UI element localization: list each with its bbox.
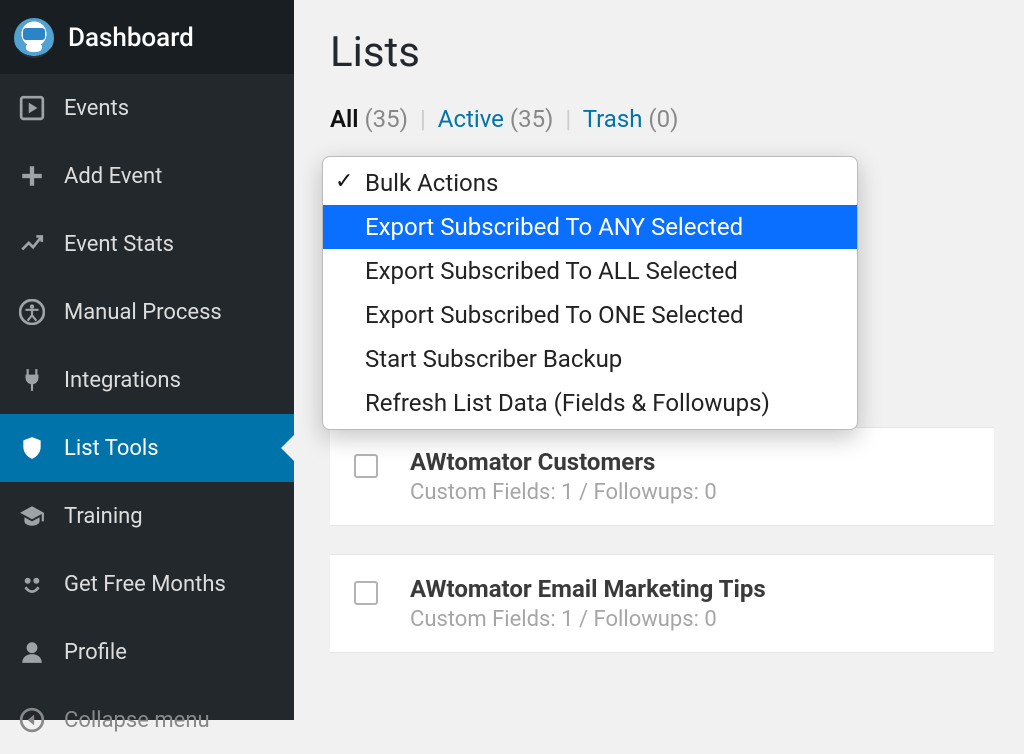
sidebar-item-dashboard[interactable]: Dashboard <box>0 0 294 74</box>
sidebar-item-label: Event Stats <box>64 232 174 257</box>
plus-icon <box>14 158 50 194</box>
row-checkbox[interactable] <box>354 581 378 605</box>
sidebar-item-label: Add Event <box>64 164 162 189</box>
dropdown-option-export-any[interactable]: Export Subscribed To ANY Selected <box>323 205 857 249</box>
plug-icon <box>14 362 50 398</box>
sidebar-item-label: Collapse menu <box>64 708 210 733</box>
sidebar-item-label: Dashboard <box>68 23 194 53</box>
list-row[interactable]: AWtomator Email Marketing Tips Custom Fi… <box>330 554 994 653</box>
sidebar-item-event-stats[interactable]: Event Stats <box>0 210 294 278</box>
dropdown-option-export-one[interactable]: Export Subscribed To ONE Selected <box>323 293 857 337</box>
bulk-actions-dropdown[interactable]: Bulk Actions Export Subscribed To ANY Se… <box>322 156 858 430</box>
dropdown-option-refresh-data[interactable]: Refresh List Data (Fields & Followups) <box>323 381 857 425</box>
list-title[interactable]: AWtomator Email Marketing Tips <box>410 575 970 603</box>
row-checkbox[interactable] <box>354 454 378 478</box>
filter-separator: | <box>414 105 432 133</box>
filter-count: (0) <box>648 105 678 133</box>
list-title[interactable]: AWtomator Customers <box>410 448 970 476</box>
list-meta: Custom Fields: 1 / Followups: 0 <box>410 607 970 632</box>
filter-all[interactable]: All (35) <box>330 105 414 133</box>
sidebar-item-get-free-months[interactable]: Get Free Months <box>0 550 294 618</box>
filter-label: Trash <box>583 105 643 133</box>
stats-icon <box>14 226 50 262</box>
shield-icon <box>14 430 50 466</box>
accessibility-icon <box>14 294 50 330</box>
sidebar-item-events[interactable]: Events <box>0 74 294 142</box>
sidebar-item-profile[interactable]: Profile <box>0 618 294 686</box>
list-row[interactable]: AWtomator Customers Custom Fields: 1 / F… <box>330 427 994 526</box>
dropdown-option-export-all[interactable]: Export Subscribed To ALL Selected <box>323 249 857 293</box>
page-title: Lists <box>330 28 994 77</box>
sidebar-item-label: Training <box>64 504 143 529</box>
list-filters: All (35) | Active (35) | Trash (0) <box>330 105 994 133</box>
sidebar-item-training[interactable]: Training <box>0 482 294 550</box>
filter-count: (35) <box>364 105 408 133</box>
admin-sidebar: Dashboard Events Add Event Event Stats M… <box>0 0 294 720</box>
avatar-logo-icon <box>14 18 54 58</box>
sidebar-item-list-tools[interactable]: List Tools <box>0 414 294 482</box>
row-content: AWtomator Email Marketing Tips Custom Fi… <box>410 575 970 632</box>
dropdown-option-start-backup[interactable]: Start Subscriber Backup <box>323 337 857 381</box>
sidebar-item-collapse[interactable]: Collapse menu <box>0 686 294 754</box>
smile-icon <box>14 566 50 602</box>
dropdown-option-bulk-actions[interactable]: Bulk Actions <box>323 161 857 205</box>
sidebar-item-add-event[interactable]: Add Event <box>0 142 294 210</box>
filter-active[interactable]: Active (35) <box>438 105 560 133</box>
play-icon <box>14 90 50 126</box>
filter-count: (35) <box>510 105 554 133</box>
sidebar-item-label: Integrations <box>64 368 181 393</box>
sidebar-item-manual-process[interactable]: Manual Process <box>0 278 294 346</box>
sidebar-item-integrations[interactable]: Integrations <box>0 346 294 414</box>
sidebar-item-label: Profile <box>64 640 127 665</box>
graduation-icon <box>14 498 50 534</box>
sidebar-item-label: Events <box>64 96 129 121</box>
sidebar-item-label: List Tools <box>64 436 159 461</box>
row-content: AWtomator Customers Custom Fields: 1 / F… <box>410 448 970 505</box>
active-arrow-icon <box>281 434 295 462</box>
filter-trash[interactable]: Trash (0) <box>583 105 679 133</box>
filter-label: Active <box>438 105 504 133</box>
sidebar-item-label: Get Free Months <box>64 572 226 597</box>
sidebar-item-label: Manual Process <box>64 300 222 325</box>
list-meta: Custom Fields: 1 / Followups: 0 <box>410 480 970 505</box>
lists-panel: AWtomator Customers Custom Fields: 1 / F… <box>330 427 994 653</box>
user-icon <box>14 634 50 670</box>
filter-separator: | <box>559 105 577 133</box>
collapse-icon <box>14 702 50 738</box>
main-content: Lists All (35) | Active (35) | Trash (0)… <box>294 0 1024 720</box>
filter-label: All <box>330 105 359 133</box>
